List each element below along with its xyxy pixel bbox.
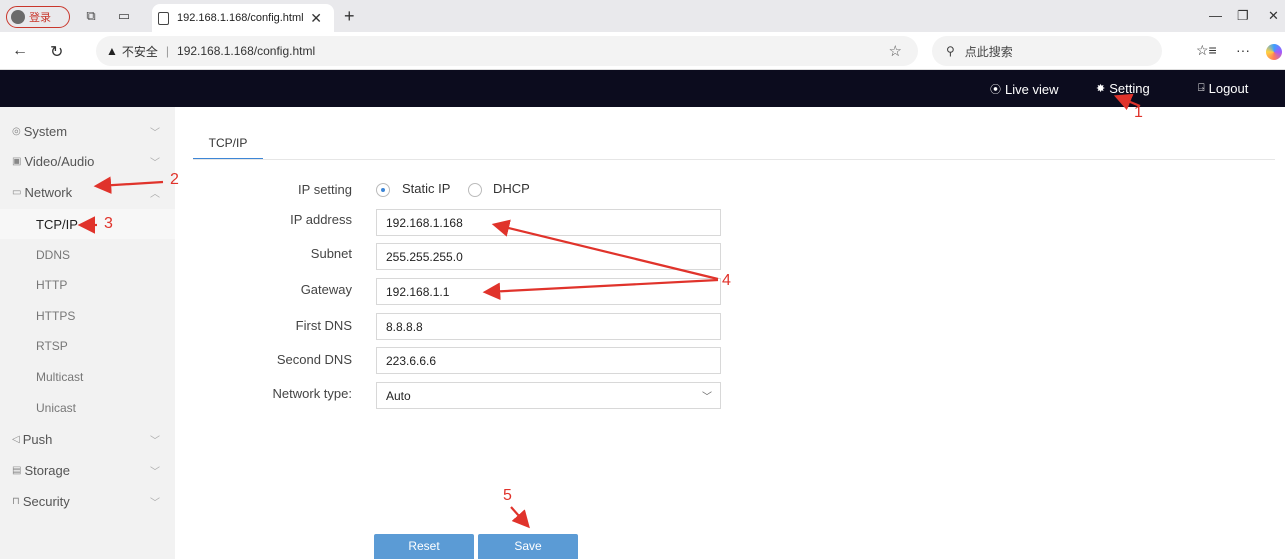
annotation-1: 1 xyxy=(1134,104,1143,121)
annotation-3: 3 xyxy=(104,215,113,232)
annotation-arrows xyxy=(77,93,1141,529)
annotation-4: 4 xyxy=(722,272,731,289)
arrow-5 xyxy=(510,506,530,529)
arrow-4a xyxy=(491,219,719,281)
arrow-4b xyxy=(482,278,719,301)
annotation-5: 5 xyxy=(503,487,512,504)
arrow-2 xyxy=(93,176,164,194)
annotation-2: 2 xyxy=(170,171,179,188)
